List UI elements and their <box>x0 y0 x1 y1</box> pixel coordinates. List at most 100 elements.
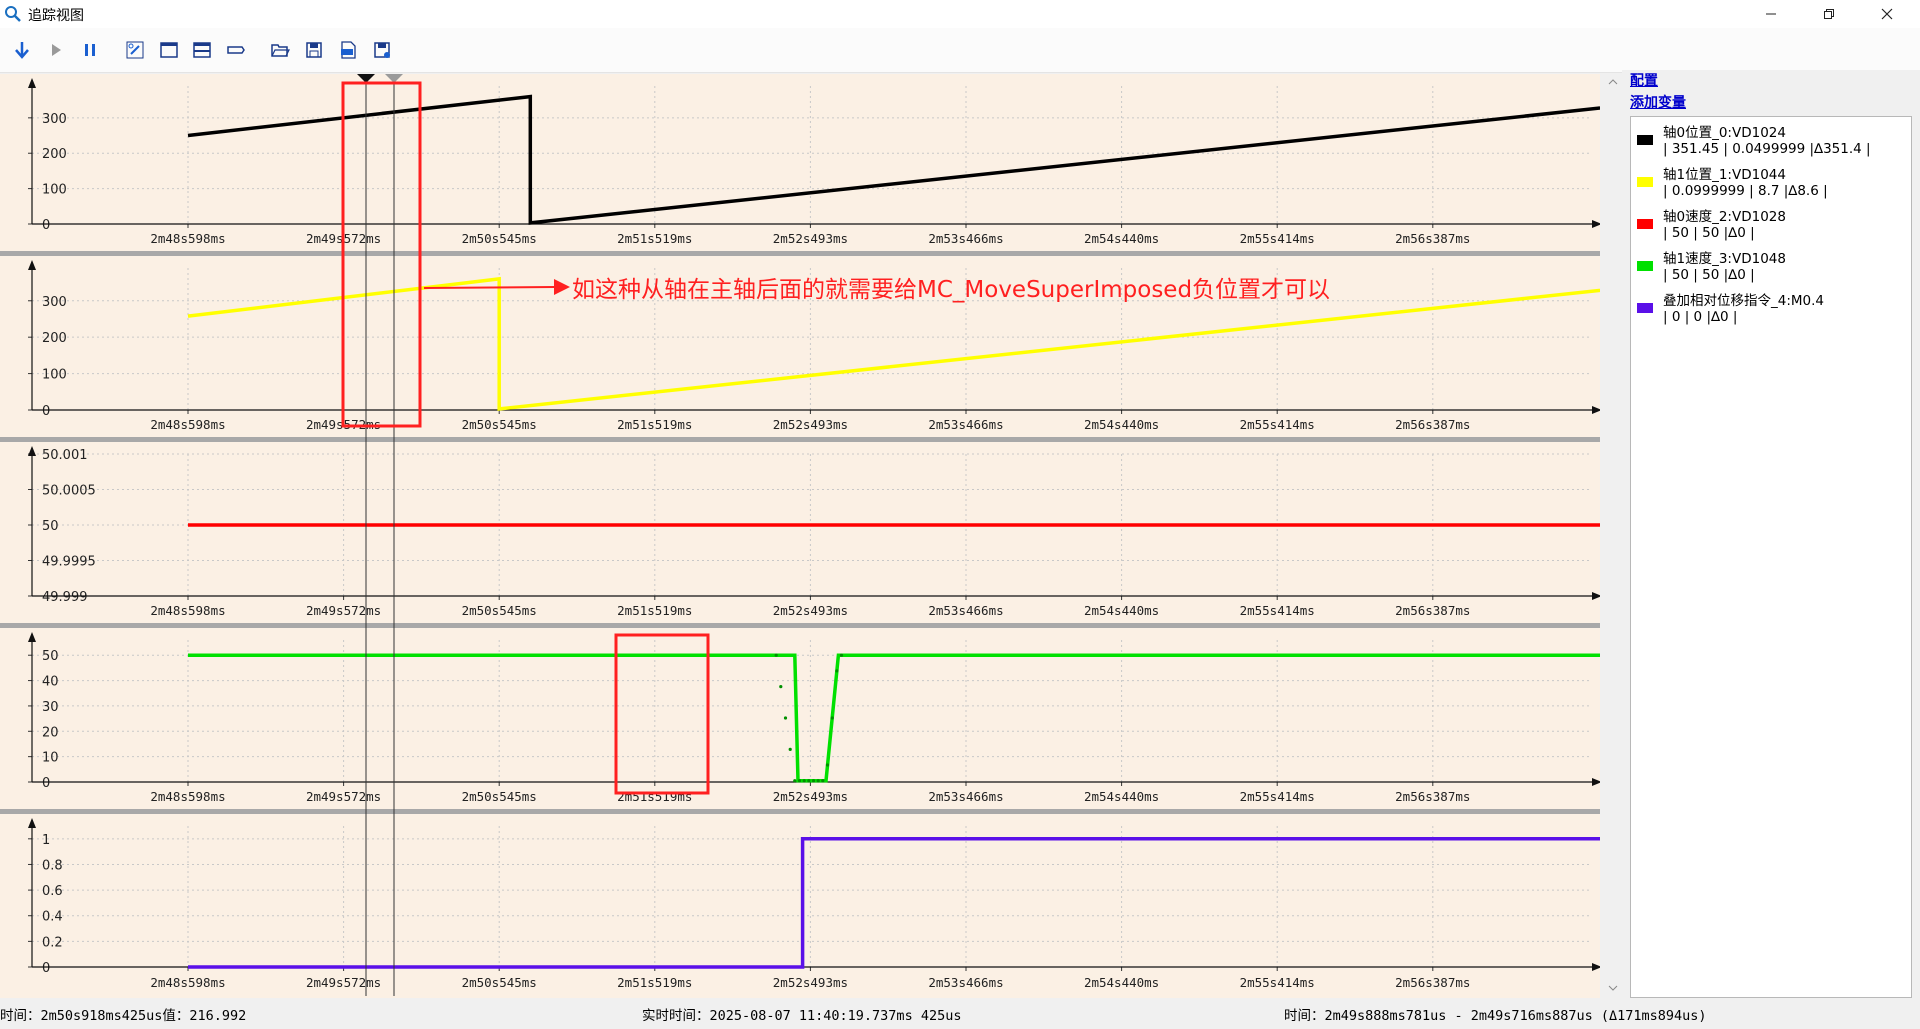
x-tick-label: 2m54s440ms <box>1084 975 1159 990</box>
y-tick-label: 0.4 <box>42 910 63 925</box>
tag-icon <box>227 46 245 54</box>
x-tick-label: 2m54s440ms <box>1084 231 1159 246</box>
data-point <box>830 716 834 720</box>
y-tick-label: 50.0005 <box>42 484 96 499</box>
y-tick-label: 0 <box>42 776 50 791</box>
data-point <box>839 653 844 657</box>
y-tick-label: 100 <box>42 183 67 198</box>
tag-button[interactable] <box>224 38 248 62</box>
open-button[interactable] <box>268 38 292 62</box>
x-tick-label: 2m52s493ms <box>773 603 848 618</box>
legend-item[interactable]: 轴1位置_1:VD1044 | 0.0999999 | 8.7 |∆8.6 | <box>1631 161 1911 203</box>
status-realtime: 实时时间：2025-08-07 11:40:19.737ms 425us <box>642 1008 962 1024</box>
scroll-down-icon <box>1608 985 1618 991</box>
plot-background <box>0 74 1600 256</box>
x-tick-label: 2m51s519ms <box>617 789 692 804</box>
y-tick-label: 0.6 <box>42 884 63 899</box>
title-bar: 追踪视图 <box>0 0 1920 28</box>
play-icon <box>52 44 61 56</box>
y-tick-label: 50 <box>42 519 59 534</box>
y-tick-label: 0.8 <box>42 858 63 873</box>
chart-panel[interactable]: 0 10 20 30 40 50 2m48s598ms 2m49s572ms 2m50s545m… <box>0 628 1600 815</box>
x-tick-label: 2m48s598ms <box>150 975 225 990</box>
pause-icon <box>85 44 95 56</box>
legend-item[interactable]: 轴0速度_2:VD1028 | 50 | 50 |∆0 | <box>1631 203 1911 245</box>
x-tick-label: 2m50s545ms <box>462 231 537 246</box>
save-as-button[interactable] <box>370 38 394 62</box>
x-tick-label: 2m49s572ms <box>306 603 381 618</box>
x-tick-label: 2m53s466ms <box>928 417 1003 432</box>
close-icon <box>1881 8 1893 20</box>
save-button[interactable] <box>302 38 326 62</box>
data-point <box>788 747 792 752</box>
pause-button[interactable] <box>78 38 102 62</box>
legend-name: 轴1位置_1:VD1044 <box>1663 167 1786 183</box>
window-title: 追踪视图 <box>28 8 84 24</box>
legend-values: | 351.45 | 0.0499999 |∆351.4 | <box>1663 141 1871 157</box>
x-tick-label: 2m50s545ms <box>462 603 537 618</box>
x-tick-label: 2m53s466ms <box>928 975 1003 990</box>
legend-name: 轴1速度_3:VD1048 <box>1663 251 1786 267</box>
legend-values: | 0.0999999 | 8.7 |∆8.6 | <box>1663 183 1828 199</box>
x-tick-label: 2m56s387ms <box>1395 603 1470 618</box>
y-tick-label: 49.999 <box>42 590 88 605</box>
y-tick-label: 0 <box>42 218 50 233</box>
legend-values: | 0 | 0 |∆0 | <box>1663 309 1738 325</box>
x-tick-label: 2m53s466ms <box>928 789 1003 804</box>
status-time-range: 时间：2m49s888ms781us - 2m49s716ms887us (Δ1… <box>1284 1008 1707 1024</box>
download-button[interactable] <box>10 38 34 62</box>
legend-name: 轴0速度_2:VD1028 <box>1663 209 1786 225</box>
chart-panel[interactable]: 49.999 49.9995 50 50.0005 50.001 2m48s598ms 2m… <box>0 442 1600 629</box>
data-point <box>797 779 802 783</box>
y-tick-label: 200 <box>42 331 67 346</box>
y-tick-label: 50 <box>42 649 59 664</box>
x-tick-label: 2m52s493ms <box>773 975 848 990</box>
download-icon <box>15 42 29 59</box>
x-tick-label: 2m50s545ms <box>462 417 537 432</box>
chart-panel[interactable]: 01002003002m48s598ms 2m49s572ms 2m50s545ms… <box>0 74 1600 257</box>
config-link[interactable]: 配置 <box>1630 70 1658 90</box>
x-tick-label: 2m53s466ms <box>928 603 1003 618</box>
x-tick-label: 2m55s414ms <box>1240 231 1315 246</box>
data-point <box>811 779 816 783</box>
link-icon <box>126 41 144 59</box>
y-tick-label: 300 <box>42 112 67 127</box>
plots-scrollbar[interactable] <box>1606 74 1620 996</box>
link-button[interactable] <box>123 38 147 62</box>
x-tick-label: 2m49s572ms <box>306 975 381 990</box>
y-tick-label: 50.001 <box>42 448 88 463</box>
x-tick-label: 2m52s493ms <box>773 231 848 246</box>
legend-item[interactable]: 轴1速度_3:VD1048 | 50 | 50 |∆0 | <box>1631 245 1911 287</box>
x-tick-label: 2m56s387ms <box>1395 417 1470 432</box>
split-view-button[interactable] <box>190 38 214 62</box>
trace-plots[interactable]: 01002003002m48s598ms 2m49s572ms 2m50s545ms… <box>0 72 1600 998</box>
data-point <box>783 716 788 720</box>
x-tick-label: 2m53s466ms <box>928 231 1003 246</box>
add-variable-link[interactable]: 添加变量 <box>1630 92 1686 112</box>
split-view-icon <box>193 42 211 58</box>
chart-panel[interactable]: 0 0.2 0.4 0.6 0.8 1 2m48s598ms 2m49s572ms 2m50s5… <box>0 814 1600 998</box>
close-button[interactable] <box>1858 0 1916 28</box>
x-tick-label: 2m54s440ms <box>1084 417 1159 432</box>
maximize-icon <box>1824 9 1834 19</box>
export-csv-button[interactable] <box>336 38 360 62</box>
x-tick-label: 2m51s519ms <box>617 231 692 246</box>
data-point <box>793 779 797 783</box>
open-folder-icon <box>271 44 290 57</box>
y-tick-label: 300 <box>42 295 67 310</box>
legend-item[interactable]: 轴0位置_0:VD1024 | 351.45 | 0.0499999 |∆351… <box>1631 119 1911 161</box>
legend-values: | 50 | 50 |∆0 | <box>1663 225 1755 241</box>
data-point <box>821 779 825 783</box>
minimize-button[interactable] <box>1742 0 1800 28</box>
x-tick-label: 2m48s598ms <box>150 789 225 804</box>
legend-name: 轴0位置_0:VD1024 <box>1663 125 1786 141</box>
save-icon <box>306 42 322 58</box>
x-tick-label: 2m50s545ms <box>462 975 537 990</box>
legend-name: 叠加相对位移指令_4:M0.4 <box>1663 293 1825 309</box>
y-tick-label: 10 <box>42 751 59 766</box>
single-view-button[interactable] <box>157 38 181 62</box>
maximize-button[interactable] <box>1800 0 1858 28</box>
x-tick-label: 2m48s598ms <box>150 417 225 432</box>
legend-item[interactable]: 叠加相对位移指令_4:M0.4 | 0 | 0 |∆0 | <box>1631 287 1911 329</box>
play-button[interactable] <box>44 38 68 62</box>
